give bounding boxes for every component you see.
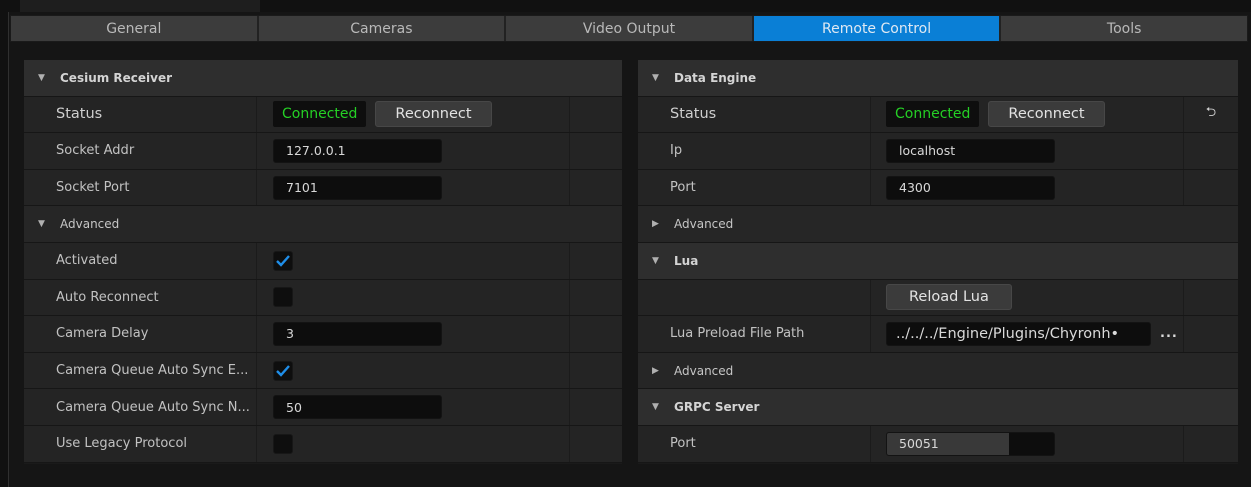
reset-column xyxy=(1183,133,1238,169)
property-row-camera-delay: Camera Delay 3 xyxy=(24,316,622,353)
reset-column xyxy=(569,96,622,133)
reset-column xyxy=(1183,169,1238,206)
reset-column xyxy=(1183,316,1238,352)
reset-column xyxy=(569,425,622,462)
tab-video-output[interactable]: Video Output xyxy=(506,16,754,41)
property-label: Port xyxy=(670,180,696,196)
category-label: Lua xyxy=(674,253,699,268)
category-label: Cesium Receiver xyxy=(60,70,173,85)
property-label: Auto Reconnect xyxy=(56,289,159,305)
property-label: Lua Preload File Path xyxy=(670,326,805,342)
status-value: Connected xyxy=(273,101,367,128)
triangle-down-icon[interactable]: ▼ xyxy=(652,256,662,266)
socket-addr-field[interactable]: 127.0.0.1 xyxy=(273,138,442,163)
lua-path-field[interactable]: ../../../Engine/Plugins/Chyronh• xyxy=(886,321,1151,346)
property-row-auto-reconnect: Auto Reconnect xyxy=(24,279,622,317)
property-row-status: Status Connected Reconnect ⮌ xyxy=(638,96,1238,134)
property-label: Camera Delay xyxy=(56,326,149,342)
triangle-down-icon[interactable]: ▼ xyxy=(38,73,48,83)
property-row-grpc-port: Port 50051 xyxy=(638,425,1238,463)
triangle-right-icon[interactable]: ▶ xyxy=(652,219,662,229)
reconnect-button[interactable]: Reconnect xyxy=(375,101,492,128)
reset-column xyxy=(569,279,622,316)
property-label: Socket Port xyxy=(56,180,130,196)
reset-column xyxy=(569,389,622,425)
reset-column xyxy=(569,352,622,389)
reset-column xyxy=(569,316,622,352)
category-label: Advanced xyxy=(674,363,734,378)
grpc-port-value: 50051 xyxy=(899,436,939,452)
reset-column xyxy=(569,169,622,206)
property-row-socket-port: Socket Port 7101 xyxy=(24,169,622,207)
property-label: Camera Queue Auto Sync N... xyxy=(56,399,250,415)
property-label: Ip xyxy=(670,143,683,159)
category-label: GRPC Server xyxy=(674,400,760,415)
camera-delay-field[interactable]: 3 xyxy=(273,321,442,346)
property-label: Port xyxy=(670,436,696,452)
category-label: Advanced xyxy=(674,217,734,232)
grpc-port-field[interactable]: 50051 xyxy=(886,431,1055,456)
property-row-legacy-protocol: Use Legacy Protocol xyxy=(24,425,622,463)
reload-lua-button[interactable]: Reload Lua xyxy=(886,284,1012,311)
property-label: Camera Queue Auto Sync E... xyxy=(56,363,249,379)
top-strip xyxy=(0,0,1251,12)
property-row-activated: Activated xyxy=(24,242,622,280)
category-label: Data Engine xyxy=(674,70,757,85)
triangle-right-icon[interactable]: ▶ xyxy=(652,366,662,376)
activated-checkbox[interactable] xyxy=(273,250,293,271)
triangle-down-icon[interactable]: ▼ xyxy=(652,73,662,83)
reset-column xyxy=(1183,279,1238,316)
tab-tools[interactable]: Tools xyxy=(1001,16,1247,41)
property-row-queue-sync-e: Camera Queue Auto Sync E... xyxy=(24,352,622,390)
tab-bar: General Cameras Video Output Remote Cont… xyxy=(10,15,1248,42)
property-label-empty xyxy=(638,280,870,316)
property-label: Socket Addr xyxy=(56,143,135,159)
triangle-down-icon[interactable]: ▼ xyxy=(38,219,48,229)
property-label: Status xyxy=(56,106,103,123)
reset-column xyxy=(1183,425,1238,462)
queue-sync-e-checkbox[interactable] xyxy=(273,360,293,381)
window-grip[interactable] xyxy=(20,0,260,12)
checkmark-icon xyxy=(276,364,290,377)
category-lua[interactable]: ▼ Lua xyxy=(638,242,1238,280)
property-row-socket-addr: Socket Addr 127.0.0.1 xyxy=(24,133,622,170)
property-row-lua-path: Lua Preload File Path ../../../Engine/Pl… xyxy=(638,316,1238,353)
triangle-down-icon[interactable]: ▼ xyxy=(652,402,662,412)
socket-port-field[interactable]: 7101 xyxy=(273,175,442,200)
category-advanced[interactable]: ▼ Advanced xyxy=(24,206,622,243)
reset-column xyxy=(569,133,622,169)
data-engine-panel: ▼ Data Engine Status Connected Reconnect … xyxy=(638,60,1238,464)
reset-column xyxy=(569,242,622,279)
port-field[interactable]: 4300 xyxy=(886,175,1055,200)
tab-general[interactable]: General xyxy=(11,16,259,41)
cesium-receiver-panel: ▼ Cesium Receiver Status Connected Reconn… xyxy=(24,60,622,464)
category-data-engine[interactable]: ▼ Data Engine xyxy=(638,60,1238,97)
category-label: Advanced xyxy=(60,217,120,232)
property-label: Use Legacy Protocol xyxy=(56,436,188,452)
checkmark-icon xyxy=(276,254,290,267)
auto-reconnect-checkbox[interactable] xyxy=(273,287,293,308)
ip-field[interactable]: localhost xyxy=(886,138,1055,163)
property-label: Activated xyxy=(56,253,118,269)
category-advanced-2[interactable]: ▶ Advanced xyxy=(638,352,1238,390)
queue-sync-n-field[interactable]: 50 xyxy=(273,395,442,420)
property-row-ip: Ip localhost xyxy=(638,133,1238,170)
property-label: Status xyxy=(670,106,717,123)
tab-remote-control[interactable]: Remote Control xyxy=(753,16,1002,41)
left-edge xyxy=(0,12,9,487)
reconnect-button[interactable]: Reconnect xyxy=(988,101,1105,128)
property-row-port: Port 4300 xyxy=(638,169,1238,207)
property-row-status: Status Connected Reconnect xyxy=(24,96,622,134)
category-advanced[interactable]: ▶ Advanced xyxy=(638,206,1238,243)
category-cesium-receiver[interactable]: ▼ Cesium Receiver xyxy=(24,60,622,97)
property-row-queue-sync-n: Camera Queue Auto Sync N... 50 xyxy=(24,389,622,426)
reset-arrow-icon[interactable]: ⮌ xyxy=(1206,103,1216,125)
property-row-reload-lua: Reload Lua xyxy=(638,279,1238,317)
status-value: Connected xyxy=(886,101,980,128)
legacy-protocol-checkbox[interactable] xyxy=(273,433,293,454)
category-grpc-server[interactable]: ▼ GRPC Server xyxy=(638,389,1238,426)
tab-cameras[interactable]: Cameras xyxy=(258,16,507,41)
browse-ellipsis-button[interactable]: ... xyxy=(1160,326,1178,341)
